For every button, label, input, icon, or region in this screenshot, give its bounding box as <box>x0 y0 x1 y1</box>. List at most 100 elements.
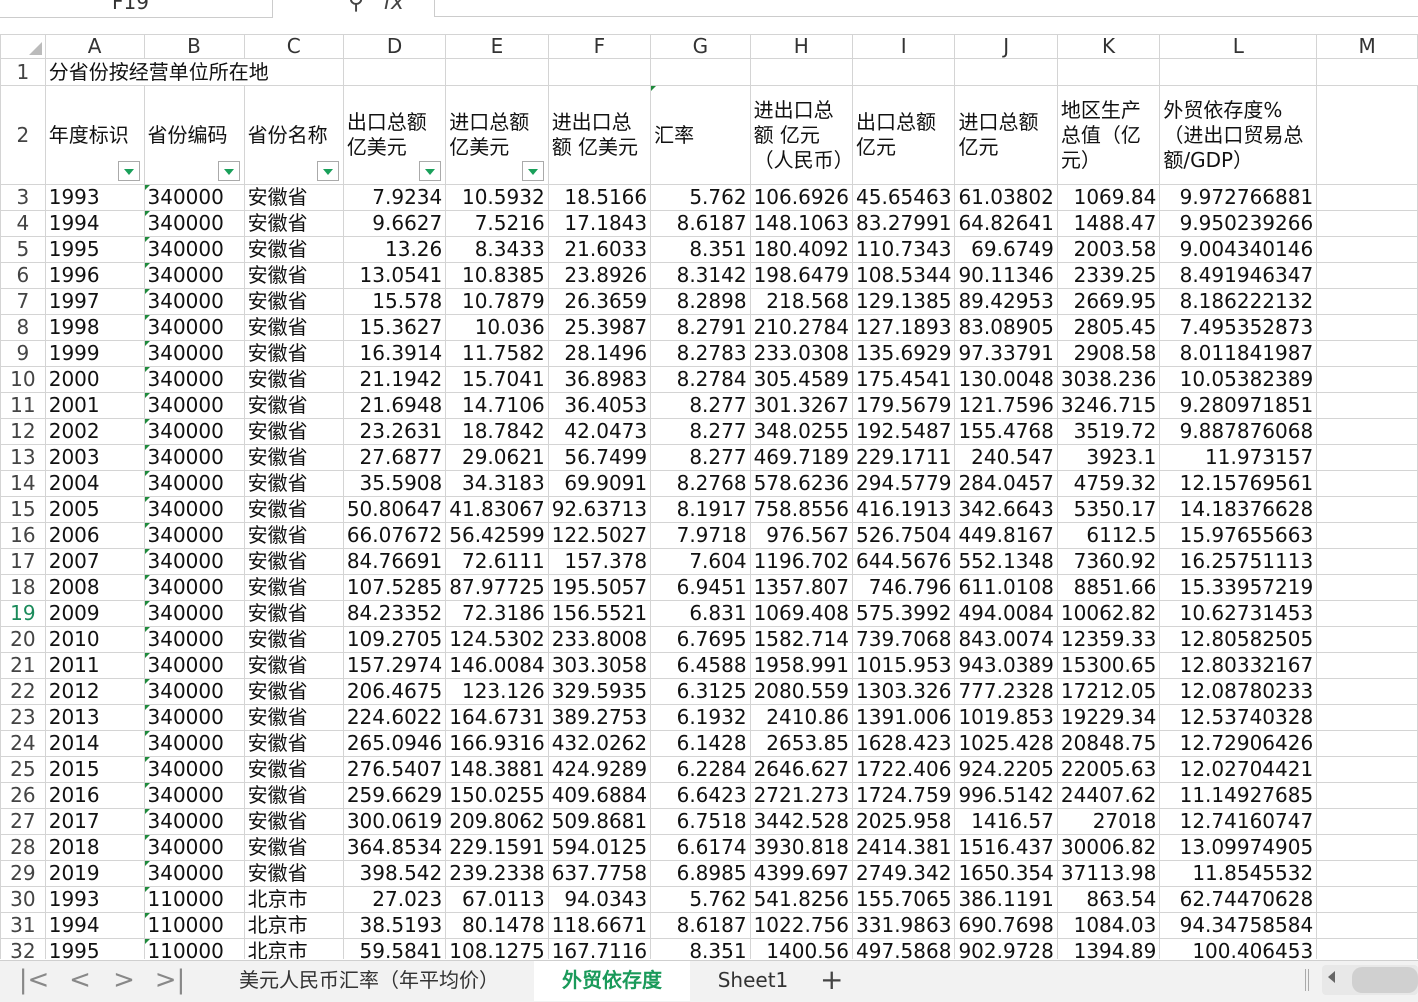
empty-cell[interactable] <box>547 58 652 86</box>
empty-cell[interactable] <box>852 58 956 86</box>
table-cell[interactable]: 2019 <box>44 860 145 887</box>
table-cell[interactable]: 340000 <box>143 210 245 237</box>
row-header[interactable]: 18 <box>0 574 46 601</box>
row-header[interactable]: 19 <box>0 600 46 627</box>
table-cell[interactable]: 342.6643 <box>954 496 1058 523</box>
table-cell[interactable]: 94.34758584 <box>1159 912 1318 939</box>
table-cell[interactable]: 2007 <box>44 548 145 575</box>
horizontal-scrollbar[interactable] <box>1322 965 1418 995</box>
row-header[interactable]: 28 <box>0 834 46 861</box>
table-cell[interactable]: 398.542 <box>342 860 447 887</box>
table-cell[interactable]: 123.126 <box>445 678 549 705</box>
table-cell[interactable]: 安徽省 <box>243 262 344 289</box>
column-header-D[interactable]: D <box>342 34 447 59</box>
table-cell[interactable]: 2339.25 <box>1056 262 1161 289</box>
table-cell[interactable]: 安徽省 <box>243 496 344 523</box>
table-cell[interactable]: 8.351 <box>650 236 751 263</box>
table-cell[interactable]: 9.887876068 <box>1159 418 1318 445</box>
table-cell[interactable]: 8.3142 <box>650 262 751 289</box>
table-cell[interactable]: 526.7504 <box>852 522 956 549</box>
row-header[interactable]: 31 <box>0 912 46 939</box>
row-header[interactable]: 12 <box>0 418 46 445</box>
table-cell[interactable]: 安徽省 <box>243 678 344 705</box>
table-cell[interactable]: 3038.236 <box>1056 366 1161 393</box>
empty-cell[interactable] <box>1316 418 1418 445</box>
table-cell[interactable]: 432.0262 <box>547 730 652 757</box>
table-cell[interactable]: 23.2631 <box>342 418 447 445</box>
table-cell[interactable]: 30006.82 <box>1056 834 1161 861</box>
empty-cell[interactable] <box>1316 600 1418 627</box>
column-header-L[interactable]: L <box>1159 34 1318 59</box>
row-header[interactable]: 11 <box>0 392 46 419</box>
search-icon[interactable]: ⚲ <box>348 0 364 15</box>
table-cell[interactable]: 12.80582505 <box>1159 626 1318 653</box>
table-cell[interactable]: 305.4589 <box>749 366 854 393</box>
table-cell[interactable]: 1995 <box>44 938 145 959</box>
table-cell[interactable]: 安徽省 <box>243 288 344 315</box>
table-cell[interactable]: 67.0113 <box>445 886 549 913</box>
table-cell[interactable]: 6.7518 <box>650 808 751 835</box>
table-cell[interactable]: 安徽省 <box>243 860 344 887</box>
table-cell[interactable]: 3442.528 <box>749 808 854 835</box>
table-cell[interactable]: 29.0621 <box>445 444 549 471</box>
table-cell[interactable]: 863.54 <box>1056 886 1161 913</box>
table-cell[interactable]: 224.6022 <box>342 704 447 731</box>
table-cell[interactable]: 80.1478 <box>445 912 549 939</box>
table-cell[interactable]: 8.3433 <box>445 236 549 263</box>
table-cell[interactable]: 340000 <box>143 704 245 731</box>
table-cell[interactable]: 72.6111 <box>445 548 549 575</box>
table-cell[interactable]: 233.8008 <box>547 626 652 653</box>
row-header[interactable]: 6 <box>0 262 46 289</box>
row-header[interactable]: 10 <box>0 366 46 393</box>
table-cell[interactable]: 2002 <box>44 418 145 445</box>
table-cell[interactable]: 340000 <box>143 236 245 263</box>
column-header-G[interactable]: G <box>650 34 751 59</box>
row-header[interactable]: 17 <box>0 548 46 575</box>
table-cell[interactable]: 2010 <box>44 626 145 653</box>
table-cell[interactable]: 331.9863 <box>852 912 956 939</box>
row-header[interactable]: 30 <box>0 886 46 913</box>
table-cell[interactable]: 843.0074 <box>954 626 1058 653</box>
table-cell[interactable]: 575.3992 <box>852 600 956 627</box>
table-cell[interactable]: 164.6731 <box>445 704 549 731</box>
empty-cell[interactable] <box>1316 782 1418 809</box>
table-cell[interactable]: 611.0108 <box>954 574 1058 601</box>
table-cell[interactable]: 340000 <box>143 782 245 809</box>
table-cell[interactable]: 41.83067 <box>445 496 549 523</box>
table-cell[interactable]: 777.2328 <box>954 678 1058 705</box>
table-cell[interactable]: 2012 <box>44 678 145 705</box>
table-cell[interactable]: 1516.437 <box>954 834 1058 861</box>
column-header-F[interactable]: F <box>547 34 652 59</box>
row-header[interactable]: 24 <box>0 730 46 757</box>
table-cell[interactable]: 110000 <box>143 938 245 959</box>
empty-cell[interactable] <box>1316 366 1418 393</box>
table-cell[interactable]: 21.1942 <box>342 366 447 393</box>
table-cell[interactable]: 64.82641 <box>954 210 1058 237</box>
empty-cell[interactable] <box>1316 210 1418 237</box>
row-header[interactable]: 8 <box>0 314 46 341</box>
table-cell[interactable]: 8.011841987 <box>1159 340 1318 367</box>
table-cell[interactable]: 578.6236 <box>749 470 854 497</box>
table-cell[interactable]: 3923.1 <box>1056 444 1161 471</box>
table-cell[interactable]: 11.8545532 <box>1159 860 1318 887</box>
table-cell[interactable]: 84.23352 <box>342 600 447 627</box>
table-cell[interactable]: 12.02704421 <box>1159 756 1318 783</box>
table-cell[interactable]: 11.973157 <box>1159 444 1318 471</box>
table-cell[interactable]: 8.6187 <box>650 210 751 237</box>
table-cell[interactable]: 21.6948 <box>342 392 447 419</box>
table-cell[interactable]: 416.1913 <box>852 496 956 523</box>
header-cell[interactable]: 外贸依存度%（进出口贸易总额/GDP） <box>1159 85 1318 185</box>
table-cell[interactable]: 10.5932 <box>445 184 549 211</box>
table-cell[interactable]: 996.5142 <box>954 782 1058 809</box>
row-header[interactable]: 7 <box>0 288 46 315</box>
table-cell[interactable]: 284.0457 <box>954 470 1058 497</box>
table-cell[interactable]: 107.5285 <box>342 574 447 601</box>
table-cell[interactable]: 340000 <box>143 574 245 601</box>
empty-cell[interactable] <box>1316 470 1418 497</box>
table-cell[interactable]: 121.7596 <box>954 392 1058 419</box>
table-cell[interactable]: 6.6174 <box>650 834 751 861</box>
table-cell[interactable]: 安徽省 <box>243 626 344 653</box>
empty-cell[interactable] <box>1316 886 1418 913</box>
table-cell[interactable]: 122.5027 <box>547 522 652 549</box>
column-header-C[interactable]: C <box>243 34 344 59</box>
